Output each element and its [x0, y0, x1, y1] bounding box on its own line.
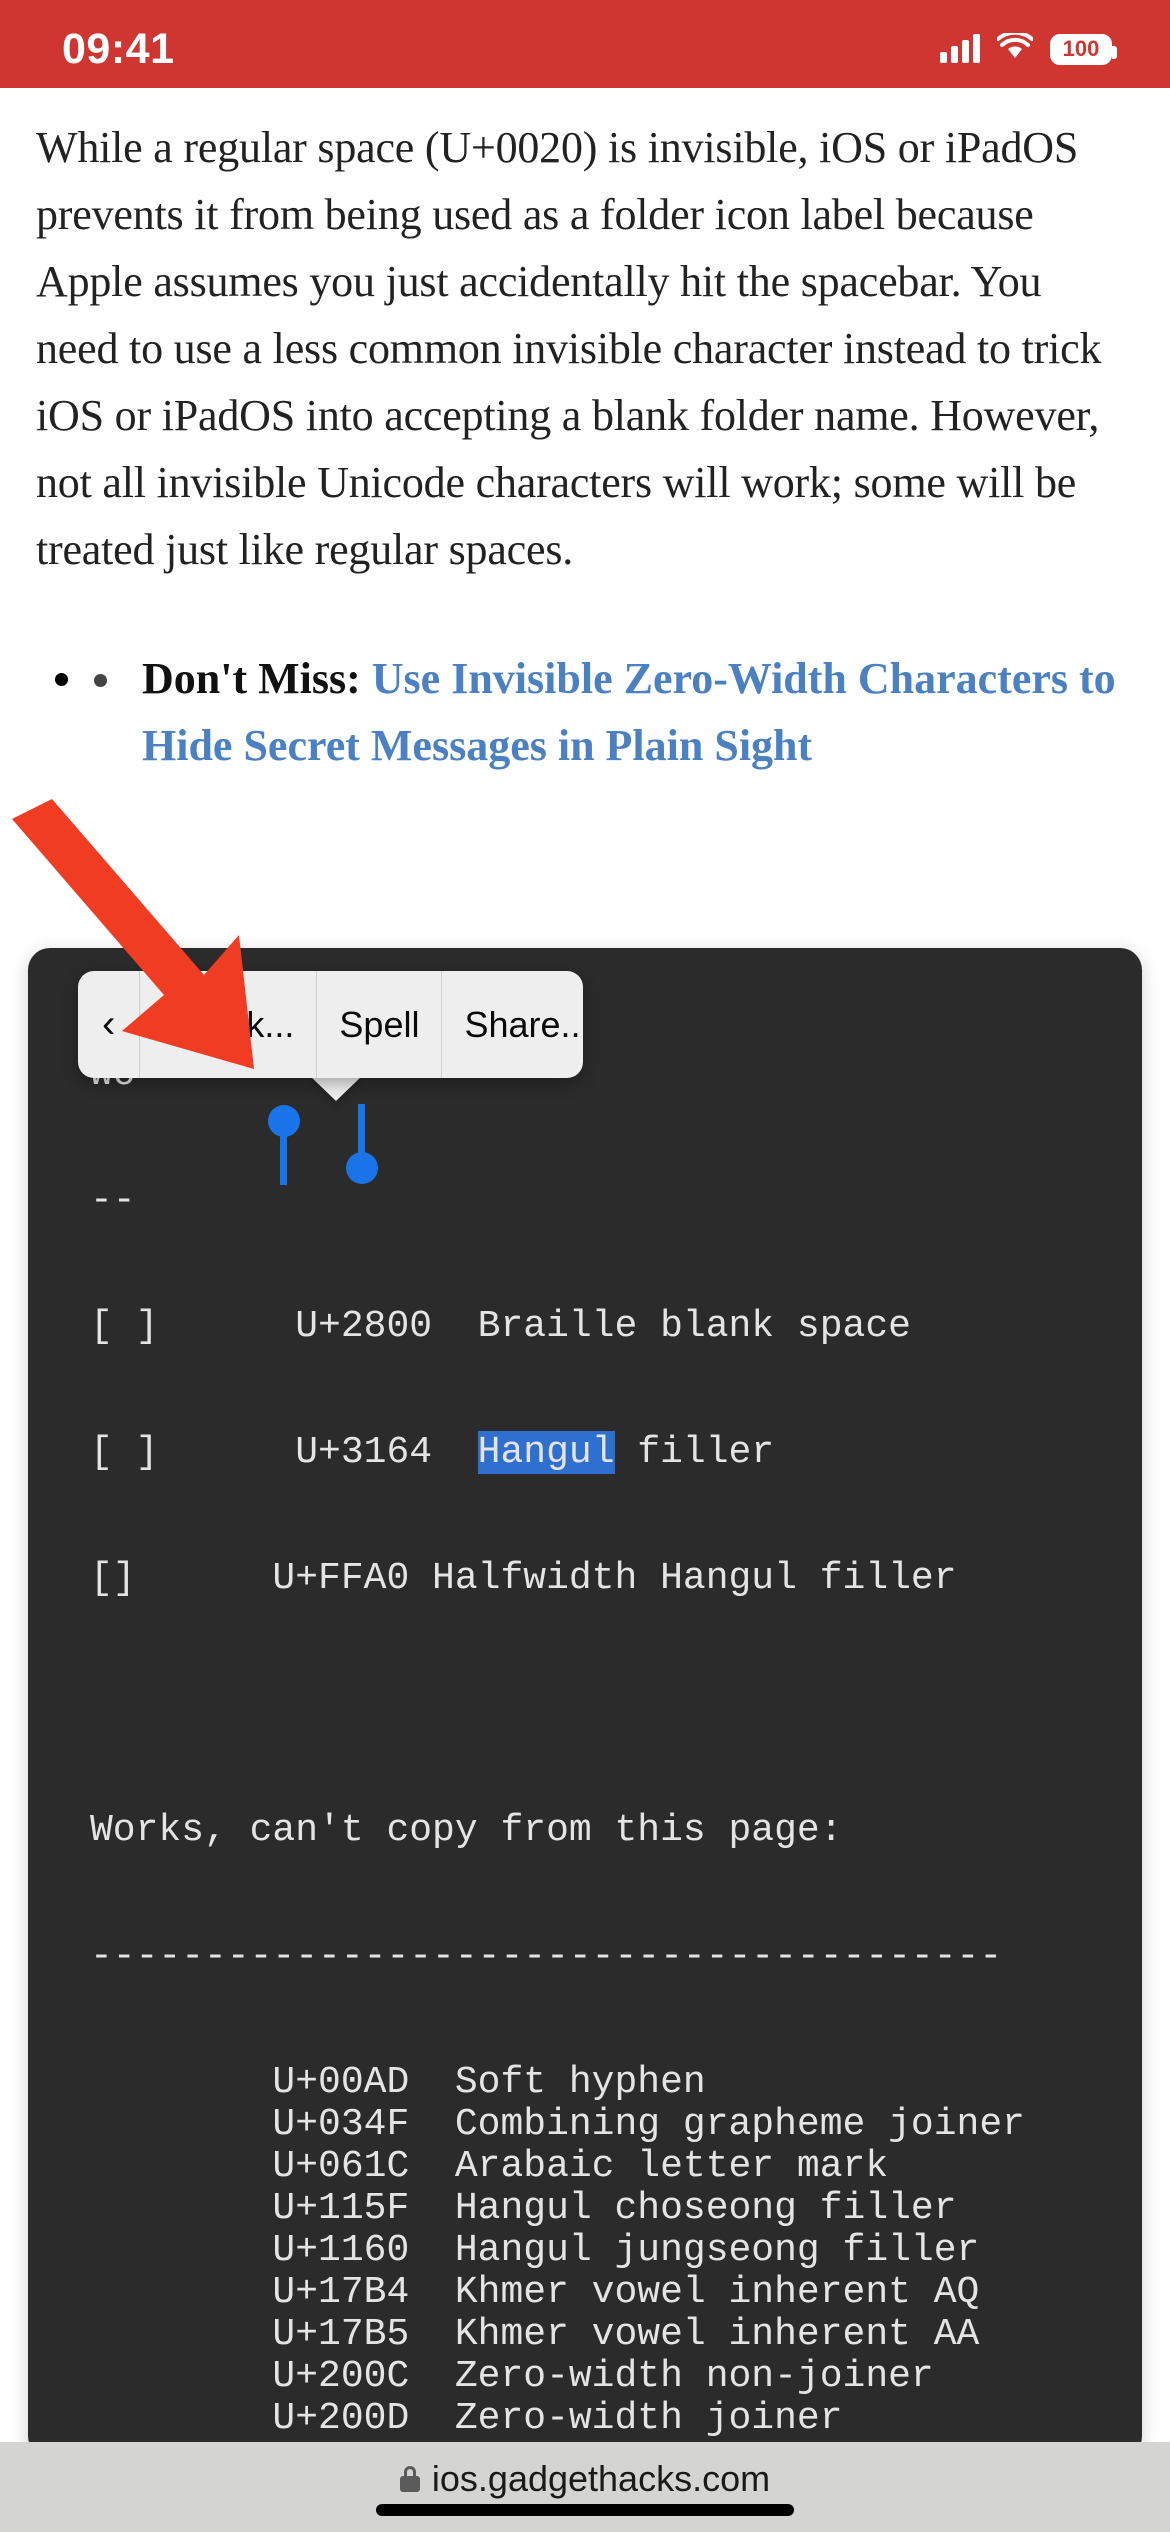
code-row: U+17B4 Khmer vowel inherent AQ — [90, 2271, 980, 2314]
code-block-text: Wo -- [ ] U+2800 Braille blank space [ ]… — [28, 948, 1142, 2459]
battery-percent: 100 — [1062, 36, 1100, 61]
battery-icon: 100 — [1050, 33, 1117, 65]
list-item: Don't Miss: Use Invisible Zero-Width Cha… — [88, 645, 1134, 779]
menu-item-share[interactable]: Share... — [442, 971, 583, 1078]
browser-bottom-bar: ios.gadgethacks.com — [0, 2442, 1170, 2532]
menu-item-spell[interactable]: Spell — [317, 971, 443, 1078]
code-line-selected[interactable]: [ ] U+3164 Hangul filler — [90, 1431, 1142, 1474]
status-bar-time: 09:41 — [62, 24, 175, 73]
code-row: U+200C Zero-width non-joiner — [90, 2355, 934, 2398]
code-line: [ ] U+2800 Braille blank space — [90, 1305, 911, 1348]
code-row: U+1160 Hangul jungseong filler — [90, 2229, 980, 2272]
code-divider: ---------------------------------------- — [90, 1935, 1003, 1978]
code-row: U+200D Zero-width joiner — [90, 2397, 843, 2440]
status-bar: 09:41 100 — [0, 0, 1170, 88]
context-menu-tail — [308, 1074, 364, 1101]
cellular-signal-icon — [940, 34, 980, 63]
code-line: [] U+FFA0 Halfwidth Hangul filler — [90, 1557, 957, 1600]
code-section-header: Works, can't copy from this page: — [90, 1809, 843, 1852]
code-block[interactable]: Wo -- [ ] U+2800 Braille blank space [ ]… — [28, 948, 1142, 2458]
iphone-screen: 09:41 100 While a regular space (U+0020)… — [0, 0, 1170, 2532]
text-selection-context-menu[interactable]: ‹ Speak... Spell Share... › — [78, 971, 583, 1078]
status-bar-indicators: 100 — [940, 23, 1117, 66]
dont-miss-list: Don't Miss: Use Invisible Zero-Width Cha… — [36, 645, 1134, 779]
code-row: U+00AD Soft hyphen — [90, 2061, 706, 2104]
url-text[interactable]: ios.gadgethacks.com — [432, 2458, 770, 2500]
code-row: U+115F Hangul choseong filler — [90, 2187, 957, 2230]
wifi-icon — [996, 30, 1034, 66]
code-row: U+17B5 Khmer vowel inherent AA — [90, 2313, 980, 2356]
code-rows: U+00AD Soft hyphen U+034F Combining grap… — [90, 2061, 1142, 2459]
lock-icon — [399, 2466, 420, 2492]
code-row: U+034F Combining grapheme joiner — [90, 2103, 1025, 2146]
code-line-obscured-rule: -- — [90, 1179, 136, 1222]
dont-miss-label: Don't Miss: — [142, 654, 361, 703]
article-paragraph: While a regular space (U+0020) is invisi… — [36, 123, 1102, 574]
code-row: U+061C Arabaic letter mark — [90, 2145, 889, 2188]
home-indicator[interactable] — [376, 2504, 794, 2516]
selected-text[interactable]: Hangul — [477, 1431, 615, 1474]
article-content: While a regular space (U+0020) is invisi… — [0, 88, 1170, 779]
menu-item-speak[interactable]: Speak... — [140, 971, 318, 1078]
menu-back-chevron-icon[interactable]: ‹ — [78, 971, 141, 1078]
